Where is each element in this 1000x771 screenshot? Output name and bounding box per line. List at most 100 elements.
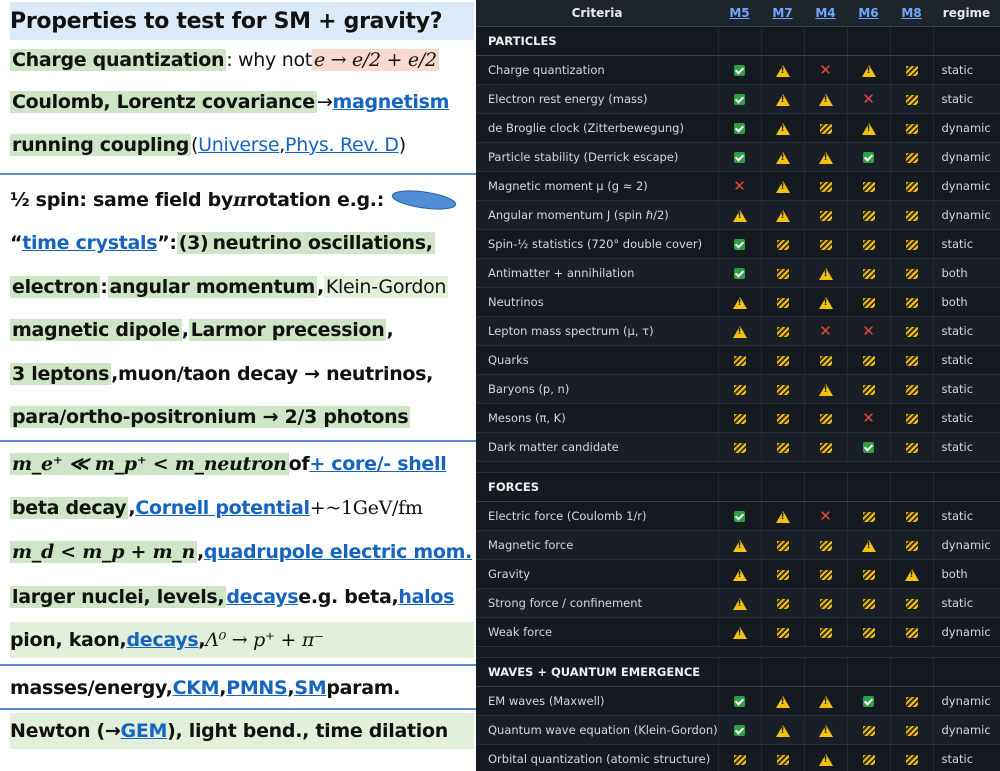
text: e.g. beta, bbox=[298, 586, 399, 608]
conditional-icon bbox=[905, 94, 918, 105]
link-halos[interactable]: halos bbox=[398, 586, 454, 608]
text: param. bbox=[326, 677, 401, 699]
table-row[interactable]: Baryons (p, n) static bbox=[476, 374, 1000, 404]
header-criteria[interactable]: Criteria bbox=[476, 0, 718, 27]
empty-cell bbox=[803, 472, 847, 502]
link-magnetism[interactable]: magnetism bbox=[332, 91, 449, 113]
table-row[interactable]: Charge quantization ✕ static bbox=[476, 55, 1000, 85]
status-cell bbox=[889, 744, 933, 771]
status-cell bbox=[889, 84, 933, 114]
table-row[interactable]: Electric force (Coulomb 1/r) ✕ static bbox=[476, 501, 1000, 531]
status-cell bbox=[803, 744, 847, 771]
text: , bbox=[197, 541, 204, 563]
table-row[interactable]: Neutrinos both bbox=[476, 287, 1000, 317]
table-row[interactable]: Antimatter + annihilation both bbox=[476, 258, 1000, 288]
table-row[interactable]: Orbital quantization (atomic structure) s… bbox=[476, 744, 1000, 771]
link-pmns[interactable]: PMNS bbox=[226, 677, 288, 699]
table-row[interactable]: Particle stability (Derrick escape) dynam… bbox=[476, 142, 1000, 172]
warning-icon bbox=[732, 568, 747, 581]
regime-cell: static bbox=[932, 588, 1000, 618]
line-spin: ½ spin: same field by π rotation e.g.: bbox=[10, 182, 474, 218]
status-cell bbox=[803, 287, 847, 317]
warning-icon bbox=[818, 296, 833, 309]
empty-cell bbox=[889, 472, 933, 502]
status-cell bbox=[760, 588, 804, 618]
highlight-running: running coupling bbox=[10, 134, 191, 156]
text: → bbox=[316, 91, 333, 113]
cross-icon: ✕ bbox=[819, 506, 832, 525]
conditional-icon bbox=[905, 442, 918, 453]
table-row[interactable]: Dark matter candidate static bbox=[476, 432, 1000, 462]
conditional-icon bbox=[862, 210, 875, 221]
header-regime[interactable]: regime bbox=[933, 0, 1000, 27]
link-decays-2[interactable]: decays bbox=[126, 629, 198, 651]
status-cell: ✕ bbox=[717, 171, 761, 201]
table-row[interactable]: Gravity both bbox=[476, 559, 1000, 589]
status-cell bbox=[846, 432, 890, 462]
line-coulomb: Coulomb, Lorentz covariance → magnetism bbox=[10, 84, 474, 120]
regime-cell: dynamic bbox=[932, 530, 1000, 560]
link-decays[interactable]: decays bbox=[226, 586, 298, 608]
criteria-table: Criteria M5 M7 M4 M6 M8 regime PARTICLES… bbox=[476, 0, 1000, 771]
table-row[interactable]: Weak force dynamic bbox=[476, 617, 1000, 647]
table-row[interactable]: de Broglie clock (Zitterbewegung) dynamic bbox=[476, 113, 1000, 143]
status-cell bbox=[803, 715, 847, 745]
link-phys-rev-d[interactable]: Phys. Rev. D bbox=[285, 134, 399, 156]
status-cell bbox=[760, 432, 804, 462]
table-row[interactable]: Quantum wave equation (Klein-Gordon) dyna… bbox=[476, 715, 1000, 745]
link-cornell[interactable]: Cornell potential bbox=[135, 497, 310, 519]
text: : why not bbox=[226, 49, 312, 71]
table-row[interactable]: Lepton mass spectrum (μ, τ) ✕ ✕ static bbox=[476, 316, 1000, 346]
status-cell bbox=[889, 403, 933, 433]
empty-cell bbox=[803, 26, 847, 56]
line-positronium: para/ortho-positronium → 2/3 photons bbox=[10, 399, 474, 435]
conditional-icon bbox=[905, 210, 918, 221]
section-header: FORCES bbox=[476, 472, 1000, 502]
header-m7[interactable]: M7 bbox=[761, 0, 804, 27]
check-icon bbox=[734, 65, 745, 76]
link-gem[interactable]: GEM bbox=[121, 720, 168, 742]
empty-cell bbox=[889, 26, 933, 56]
regime-cell: dynamic bbox=[932, 686, 1000, 716]
table-row[interactable]: Magnetic force dynamic bbox=[476, 530, 1000, 560]
math-gev: +~1GeV/fm bbox=[309, 497, 423, 519]
header-m8[interactable]: M8 bbox=[890, 0, 933, 27]
check-icon bbox=[734, 696, 745, 707]
table-row[interactable]: Strong force / confinement static bbox=[476, 588, 1000, 618]
regime-cell: both bbox=[932, 287, 1000, 317]
link-sm[interactable]: SM bbox=[294, 677, 326, 699]
link-quadrupole[interactable]: quadrupole electric mom. bbox=[204, 541, 472, 563]
table-row[interactable]: Mesons (π, K) ✕ static bbox=[476, 403, 1000, 433]
table-row[interactable]: Spin-½ statistics (720° double cover) sta… bbox=[476, 229, 1000, 259]
separator bbox=[0, 440, 476, 442]
table-row[interactable]: Electron rest energy (mass) ✕ static bbox=[476, 84, 1000, 114]
table-row[interactable]: EM waves (Maxwell) dynamic bbox=[476, 686, 1000, 716]
table-row[interactable]: Angular momentum J (spin ℏ/2) dynamic bbox=[476, 200, 1000, 230]
empty-cell bbox=[846, 657, 890, 687]
table-row[interactable]: Magnetic moment μ (g ≈ 2) ✕ dynamic bbox=[476, 171, 1000, 201]
status-cell bbox=[889, 686, 933, 716]
conditional-icon bbox=[776, 297, 789, 308]
link-time-crystals[interactable]: time crystals bbox=[22, 232, 157, 254]
criteria-cell: Magnetic moment μ (g ≈ 2) bbox=[476, 171, 718, 201]
status-cell bbox=[717, 55, 761, 85]
header-m4[interactable]: M4 bbox=[804, 0, 847, 27]
spacer-cell bbox=[847, 646, 890, 658]
status-cell bbox=[889, 142, 933, 172]
header-m5[interactable]: M5 bbox=[718, 0, 761, 27]
criteria-cell: Strong force / confinement bbox=[476, 588, 718, 618]
text: , bbox=[128, 497, 136, 519]
spacer-cell bbox=[804, 461, 847, 473]
status-cell bbox=[760, 715, 804, 745]
ellipse-icon bbox=[391, 190, 457, 210]
link-ckm[interactable]: CKM bbox=[173, 677, 220, 699]
link-universe[interactable]: Universe bbox=[198, 134, 279, 156]
criteria-cell: Charge quantization bbox=[476, 55, 718, 85]
header-m6[interactable]: M6 bbox=[847, 0, 890, 27]
link-core-shell[interactable]: + core/- shell bbox=[309, 453, 446, 475]
conditional-icon bbox=[905, 355, 918, 366]
table-row[interactable]: Quarks static bbox=[476, 345, 1000, 375]
highlight-neutrino: neutrino oscillations, bbox=[210, 232, 435, 254]
warning-icon bbox=[732, 597, 747, 610]
conditional-icon bbox=[905, 239, 918, 250]
